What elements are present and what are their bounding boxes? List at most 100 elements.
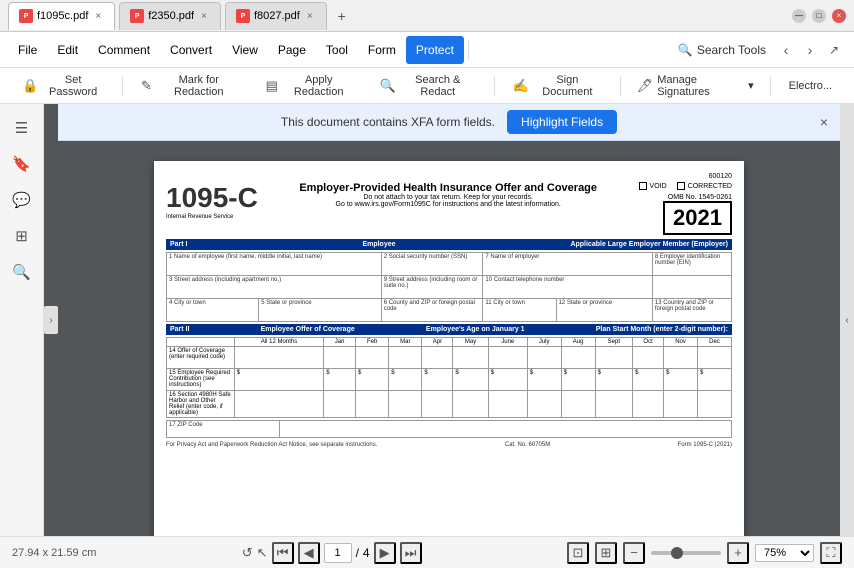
menu-comment[interactable]: Comment	[88, 36, 160, 64]
set-password-button[interactable]: 🔒 Set Password	[12, 72, 114, 100]
field-12[interactable]: 12 State or province	[556, 299, 652, 322]
line15-may[interactable]: $	[453, 369, 488, 391]
fullscreen-button[interactable]: ⛶	[820, 542, 842, 564]
line15-nov[interactable]: $	[664, 369, 698, 391]
line14-nov[interactable]	[664, 347, 698, 369]
line16-mar[interactable]	[389, 391, 422, 418]
field-4[interactable]: 4 City or town	[167, 299, 259, 322]
line15-aug[interactable]: $	[561, 369, 595, 391]
line16-apr[interactable]	[422, 391, 453, 418]
prev-page-button[interactable]: ◀	[298, 542, 320, 564]
line14-july[interactable]	[527, 347, 561, 369]
line14-oct[interactable]	[633, 347, 664, 369]
sidebar-item-bookmark[interactable]: 🔖	[6, 148, 38, 180]
sidebar-item-comments[interactable]: 💬	[6, 184, 38, 216]
line14-june[interactable]	[488, 347, 527, 369]
line15-feb[interactable]: $	[356, 369, 389, 391]
line15-sept[interactable]: $	[595, 369, 633, 391]
sidebar-item-pages[interactable]: ⊞	[6, 220, 38, 252]
sidebar-item-search[interactable]: 🔍	[6, 256, 38, 288]
line16-nov[interactable]	[664, 391, 698, 418]
line15-all[interactable]: $	[234, 369, 323, 391]
tab-close-3[interactable]: ×	[304, 10, 316, 23]
corrected-checkbox[interactable]: CORRECTED	[677, 182, 732, 190]
line15-dec[interactable]: $	[697, 369, 731, 391]
line15-oct[interactable]: $	[633, 369, 664, 391]
line14-dec[interactable]	[697, 347, 731, 369]
cursor-icon[interactable]: ↖	[257, 545, 268, 561]
line17-field[interactable]: 17 ZIP Code	[167, 421, 280, 438]
sign-document-button[interactable]: ✍ Sign Document	[503, 72, 612, 100]
rotate-icon[interactable]: ↺	[242, 545, 253, 561]
line14-all[interactable]	[234, 347, 323, 369]
maximize-button[interactable]: □	[812, 9, 826, 23]
zoom-select[interactable]: 75% 50% 100% 125% 150% 200%	[755, 544, 814, 562]
left-expand-tab[interactable]: ›	[44, 306, 58, 334]
apply-redaction-button[interactable]: ▤ Apply Redaction	[256, 72, 366, 100]
electronic-button[interactable]: Electro...	[779, 72, 842, 100]
line14-mar[interactable]	[389, 347, 422, 369]
tab-close-2[interactable]: ×	[198, 10, 210, 23]
field-8[interactable]: 8 Employer identification number (EIN)	[652, 253, 731, 276]
field-1[interactable]: 1 Name of employee (first name, middle i…	[167, 253, 382, 276]
line15-apr[interactable]: $	[422, 369, 453, 391]
first-page-button[interactable]: ⏮	[272, 542, 294, 564]
fit-width-button[interactable]: ⊞	[595, 542, 617, 564]
mark-redaction-button[interactable]: ✎ Mark for Redaction	[131, 72, 252, 100]
line16-jan[interactable]	[324, 391, 356, 418]
line14-may[interactable]	[453, 347, 488, 369]
field-6[interactable]: 6 County and ZIP or foreign postal code	[381, 299, 483, 322]
line16-aug[interactable]	[561, 391, 595, 418]
line16-june[interactable]	[488, 391, 527, 418]
new-tab-button[interactable]: +	[331, 5, 353, 27]
highlight-fields-button[interactable]: Highlight Fields	[507, 110, 617, 134]
line15-june[interactable]: $	[488, 369, 527, 391]
right-expand-tab[interactable]: ‹	[840, 104, 854, 536]
field-7[interactable]: 7 Name of employer	[483, 253, 652, 276]
share-button[interactable]: ↗	[822, 38, 846, 62]
menu-file[interactable]: File	[8, 36, 47, 64]
tab-f2350[interactable]: P f2350.pdf ×	[119, 2, 221, 30]
manage-signatures-dropdown[interactable]: 🖊 Manage Signatures ▾	[629, 70, 762, 102]
banner-close-button[interactable]: ×	[820, 114, 828, 130]
nav-back-button[interactable]: ‹	[774, 38, 798, 62]
zoom-slider[interactable]	[651, 551, 721, 555]
search-redact-button[interactable]: 🔍 Search & Redact	[370, 72, 486, 100]
line16-feb[interactable]	[356, 391, 389, 418]
line15-jan[interactable]: $	[324, 369, 356, 391]
menu-edit[interactable]: Edit	[47, 36, 88, 64]
line14-apr[interactable]	[422, 347, 453, 369]
void-checkbox[interactable]: VOID	[639, 182, 667, 190]
last-page-button[interactable]: ⏭	[400, 542, 422, 564]
line16-sept[interactable]	[595, 391, 633, 418]
nav-forward-button[interactable]: ›	[798, 38, 822, 62]
line15-july[interactable]: $	[527, 369, 561, 391]
menu-tool[interactable]: Tool	[316, 36, 358, 64]
line15-mar[interactable]: $	[389, 369, 422, 391]
search-tools-button[interactable]: 🔍 Search Tools	[670, 39, 774, 61]
line16-all[interactable]	[234, 391, 323, 418]
tab-f8027[interactable]: P f8027.pdf ×	[225, 2, 327, 30]
field-5[interactable]: 5 State or province	[259, 299, 381, 322]
zoom-in-button[interactable]: +	[727, 542, 749, 564]
line16-may[interactable]	[453, 391, 488, 418]
line16-oct[interactable]	[633, 391, 664, 418]
page-number-input[interactable]	[324, 543, 352, 563]
field-11[interactable]: 11 City or town	[483, 299, 556, 322]
fit-page-button[interactable]: ⊡	[567, 542, 589, 564]
tab-close-1[interactable]: ×	[92, 10, 104, 23]
tab-f1095c[interactable]: P f1095c.pdf ×	[8, 2, 115, 30]
line14-aug[interactable]	[561, 347, 595, 369]
line16-dec[interactable]	[697, 391, 731, 418]
sidebar-item-panels[interactable]: ☰	[6, 112, 38, 144]
menu-form[interactable]: Form	[358, 36, 406, 64]
zoom-out-button[interactable]: −	[623, 542, 645, 564]
field-10[interactable]: 10 Contact telephone number	[483, 276, 652, 299]
field-9[interactable]: 9 Street address (including room or suit…	[381, 276, 483, 299]
field-3[interactable]: 3 Street address (including apartment no…	[167, 276, 382, 299]
next-page-button[interactable]: ▶	[374, 542, 396, 564]
field-13[interactable]: 13 Country and ZIP or foreign postal cod…	[652, 299, 731, 322]
line16-july[interactable]	[527, 391, 561, 418]
field-2[interactable]: 2 Social security number (SSN)	[381, 253, 483, 276]
menu-view[interactable]: View	[222, 36, 268, 64]
